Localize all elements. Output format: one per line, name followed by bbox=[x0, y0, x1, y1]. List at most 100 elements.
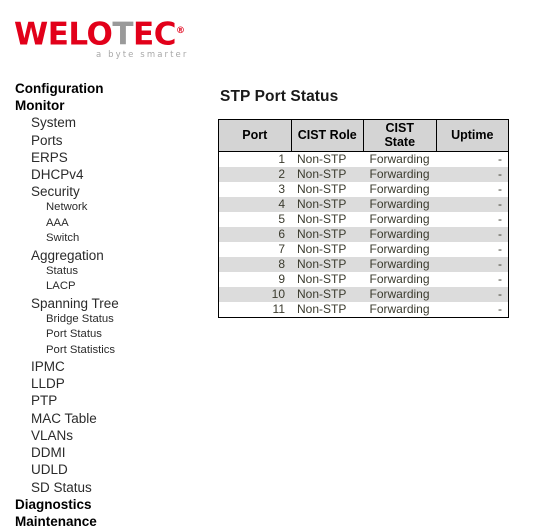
stp-port-status-table: Port CIST Role CIST State Uptime 1 Non-STP Fo… bbox=[218, 119, 509, 318]
cell-uptime: - bbox=[436, 212, 509, 227]
sidebar-item-ports[interactable]: Ports bbox=[0, 132, 210, 149]
cell-port: 7 bbox=[218, 242, 291, 257]
sidebar-item-status[interactable]: Status bbox=[0, 264, 210, 279]
cell-port: 1 bbox=[218, 151, 291, 167]
sidebar-navigation: Configuration Monitor System Ports ERPS DHCPv… bbox=[0, 80, 210, 530]
logo-tagline: a byte smarter bbox=[96, 50, 189, 60]
cell-port: 9 bbox=[218, 272, 291, 287]
table-header: Port CIST Role CIST State Uptime bbox=[218, 119, 509, 152]
cell-cist-state: Forwarding bbox=[363, 257, 436, 272]
table-row: 11 Non-STP Forwarding - bbox=[218, 302, 509, 318]
main-content: STP Port Status Port CIST Role CIST State U… bbox=[218, 88, 518, 318]
sidebar-item-sd-status[interactable]: SD Status bbox=[0, 479, 210, 496]
registered-trademark-icon: ® bbox=[175, 26, 185, 36]
table-row: 8 Non-STP Forwarding - bbox=[218, 257, 509, 272]
table-row: 3 Non-STP Forwarding - bbox=[218, 182, 509, 197]
table-row: 4 Non-STP Forwarding - bbox=[218, 197, 509, 212]
table-row: 7 Non-STP Forwarding - bbox=[218, 242, 509, 257]
sidebar-item-vlans[interactable]: VLANs bbox=[0, 427, 210, 444]
sidebar-item-port-statistics[interactable]: Port Statistics bbox=[0, 343, 210, 358]
cell-cist-role: Non-STP bbox=[291, 287, 364, 302]
sidebar-item-ddmi[interactable]: DDMI bbox=[0, 444, 210, 461]
sidebar-item-diagnostics[interactable]: Diagnostics bbox=[0, 496, 210, 513]
table-row: 2 Non-STP Forwarding - bbox=[218, 167, 509, 182]
cell-port: 6 bbox=[218, 227, 291, 242]
table-row: 10 Non-STP Forwarding - bbox=[218, 287, 509, 302]
sidebar-item-spanning-tree[interactable]: Spanning Tree bbox=[0, 295, 210, 312]
cell-uptime: - bbox=[436, 272, 509, 287]
cell-cist-role: Non-STP bbox=[291, 242, 364, 257]
cell-cist-state: Forwarding bbox=[363, 272, 436, 287]
sidebar-item-udld[interactable]: UDLD bbox=[0, 461, 210, 478]
cell-cist-role: Non-STP bbox=[291, 272, 364, 287]
sidebar-item-lldp[interactable]: LLDP bbox=[0, 375, 210, 392]
cell-uptime: - bbox=[436, 182, 509, 197]
cell-cist-role: Non-STP bbox=[291, 212, 364, 227]
sidebar-item-mac-table[interactable]: MAC Table bbox=[0, 410, 210, 427]
page-title: STP Port Status bbox=[220, 88, 339, 105]
cell-cist-role: Non-STP bbox=[291, 257, 364, 272]
cell-port: 8 bbox=[218, 257, 291, 272]
sidebar-item-switch[interactable]: Switch bbox=[0, 231, 210, 246]
cell-port: 3 bbox=[218, 182, 291, 197]
sidebar-item-aggregation[interactable]: Aggregation bbox=[0, 247, 210, 264]
column-header-port: Port bbox=[218, 119, 292, 152]
sidebar-item-system[interactable]: System bbox=[0, 114, 210, 131]
column-header-uptime: Uptime bbox=[436, 119, 509, 152]
sidebar-item-port-status[interactable]: Port Status bbox=[0, 327, 210, 342]
sidebar-item-dhcpv4[interactable]: DHCPv4 bbox=[0, 166, 210, 183]
sidebar-item-security[interactable]: Security bbox=[0, 183, 210, 200]
cell-cist-role: Non-STP bbox=[291, 302, 364, 318]
sidebar-item-ptp[interactable]: PTP bbox=[0, 392, 210, 409]
cell-uptime: - bbox=[436, 242, 509, 257]
cell-cist-role: Non-STP bbox=[291, 151, 364, 167]
cell-uptime: - bbox=[436, 151, 509, 167]
cell-uptime: - bbox=[436, 167, 509, 182]
table-row: 5 Non-STP Forwarding - bbox=[218, 212, 509, 227]
sidebar-item-lacp[interactable]: LACP bbox=[0, 279, 210, 294]
cell-cist-state: Forwarding bbox=[363, 167, 436, 182]
cell-cist-role: Non-STP bbox=[291, 197, 364, 212]
logo-wordmark-part1: WELO bbox=[14, 16, 113, 53]
logo-wordmark-part2: T bbox=[112, 16, 134, 53]
sidebar-item-ipmc[interactable]: IPMC bbox=[0, 358, 210, 375]
cell-cist-role: Non-STP bbox=[291, 227, 364, 242]
table-row: 9 Non-STP Forwarding - bbox=[218, 272, 509, 287]
sidebar-item-aaa[interactable]: AAA bbox=[0, 216, 210, 231]
sidebar-item-network[interactable]: Network bbox=[0, 200, 210, 215]
sidebar-item-monitor[interactable]: Monitor bbox=[0, 97, 210, 114]
logo-wordmark-part3: EC bbox=[133, 16, 176, 53]
column-header-cist-state: CIST State bbox=[363, 119, 437, 152]
cell-port: 2 bbox=[218, 167, 291, 182]
table-header-row: Port CIST Role CIST State Uptime bbox=[218, 119, 509, 152]
cell-cist-state: Forwarding bbox=[363, 182, 436, 197]
brand-logo[interactable]: WELOTEC® a byte smarter bbox=[14, 16, 214, 68]
cell-cist-state: Forwarding bbox=[363, 287, 436, 302]
cell-port: 5 bbox=[218, 212, 291, 227]
cell-port: 4 bbox=[218, 197, 291, 212]
cell-cist-state: Forwarding bbox=[363, 242, 436, 257]
cell-cist-state: Forwarding bbox=[363, 302, 436, 318]
logo-wordmark: WELOTEC® bbox=[14, 16, 185, 50]
cell-cist-role: Non-STP bbox=[291, 182, 364, 197]
table-body: 1 Non-STP Forwarding -2 Non-STP Forwarding -3 N… bbox=[218, 151, 509, 318]
cell-uptime: - bbox=[436, 302, 509, 318]
cell-uptime: - bbox=[436, 287, 509, 302]
cell-cist-state: Forwarding bbox=[363, 227, 436, 242]
cell-cist-state: Forwarding bbox=[363, 151, 436, 167]
cell-cist-role: Non-STP bbox=[291, 167, 364, 182]
cell-uptime: - bbox=[436, 227, 509, 242]
cell-cist-state: Forwarding bbox=[363, 212, 436, 227]
sidebar-item-bridge-status[interactable]: Bridge Status bbox=[0, 312, 210, 327]
cell-cist-state: Forwarding bbox=[363, 197, 436, 212]
sidebar-item-erps[interactable]: ERPS bbox=[0, 149, 210, 166]
cell-port: 11 bbox=[218, 302, 291, 318]
table-row: 6 Non-STP Forwarding - bbox=[218, 227, 509, 242]
sidebar-item-configuration[interactable]: Configuration bbox=[0, 80, 210, 97]
cell-port: 10 bbox=[218, 287, 291, 302]
cell-uptime: - bbox=[436, 197, 509, 212]
cell-uptime: - bbox=[436, 257, 509, 272]
column-header-cist-role: CIST Role bbox=[291, 119, 364, 152]
sidebar-item-maintenance[interactable]: Maintenance bbox=[0, 513, 210, 530]
table-row: 1 Non-STP Forwarding - bbox=[218, 151, 509, 167]
